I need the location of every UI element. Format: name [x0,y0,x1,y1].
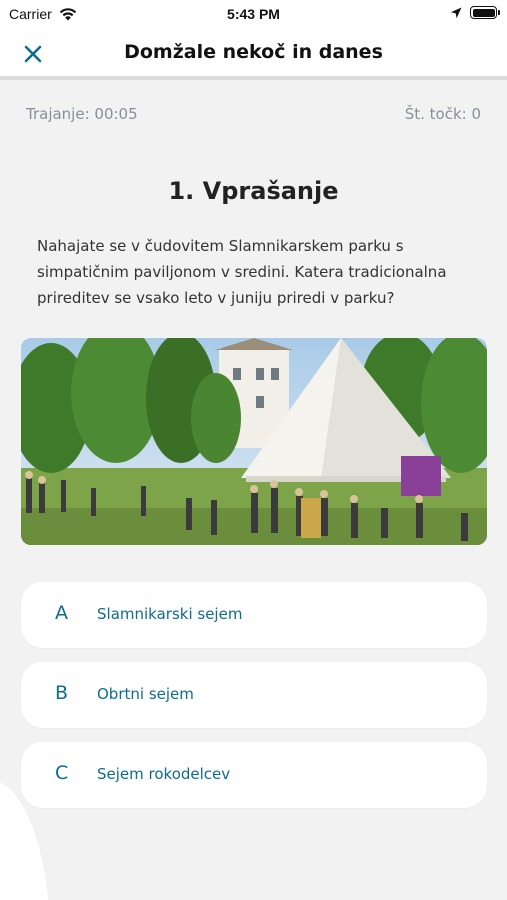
question-image [21,338,487,545]
points-label: Št. točk: 0 [404,105,481,123]
answer-letter: A [55,602,68,624]
duration-label: Trajanje: 00:05 [26,105,138,123]
answer-text: Slamnikarski sejem [97,605,243,623]
page-title: Domžale nekoč in danes [124,41,383,63]
answer-text: Obrtni sejem [97,685,194,703]
status-time: 5:43 PM [227,6,280,22]
answer-letter: B [55,682,69,704]
status-bar: Carrier 5:43 PM [0,0,507,28]
battery-icon [470,6,500,19]
question-text: Nahajate se v čudovitem Slamnikarskem pa… [37,237,447,307]
location-arrow-icon [450,7,462,18]
question-title: 1. Vprašanje [168,177,339,205]
status-right [450,6,500,19]
answer-option-b[interactable]: B Obrtni sejem [21,662,487,728]
answer-letter: C [55,762,69,784]
answer-text: Sejem rokodelcev [97,765,231,783]
park-scene-image [21,338,487,545]
answer-option-c[interactable]: C Sejem rokodelcev [21,742,487,808]
answer-option-a[interactable]: A Slamnikarski sejem [21,582,487,648]
app-header: Domžale nekoč in danes [0,28,507,80]
